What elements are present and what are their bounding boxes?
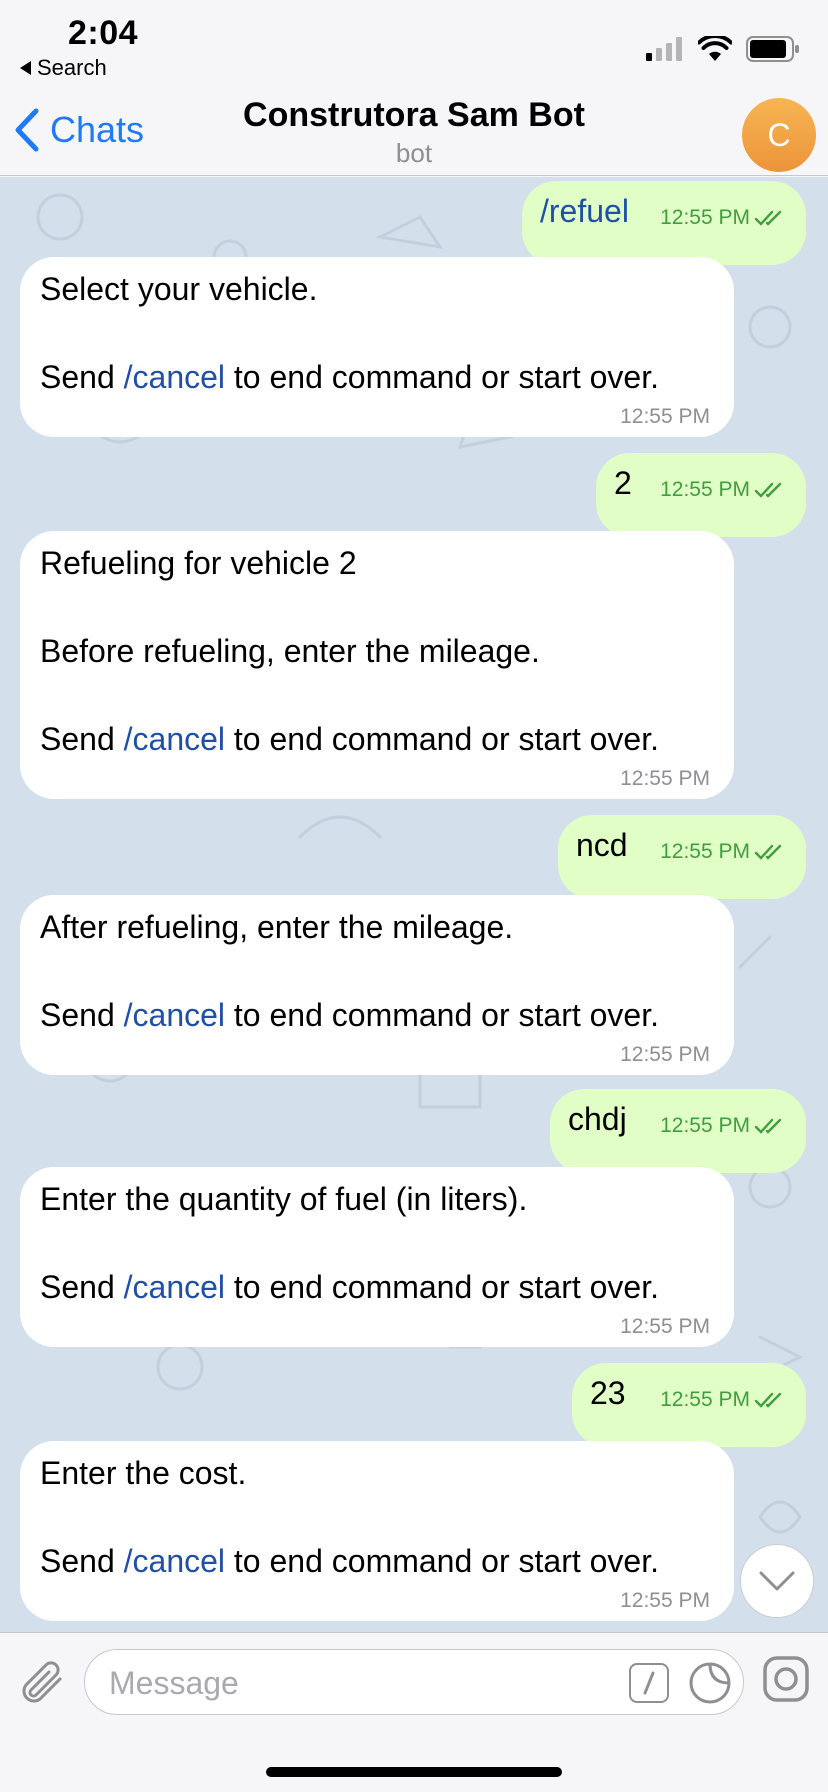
- message-text: Send /cancel to end command or start ove…: [40, 1543, 659, 1579]
- home-indicator: [266, 1767, 562, 1777]
- message-time: 12:55 PM: [660, 206, 784, 230]
- message-time: 12:55 PM: [620, 767, 710, 790]
- message-text: 23: [590, 1375, 626, 1411]
- chat-header: Chats Construtora Sam Bot bot C: [0, 90, 828, 176]
- double-check-icon: [754, 844, 782, 860]
- message-time: 12:55 PM: [660, 1388, 784, 1412]
- message-time: 12:55 PM: [660, 840, 784, 864]
- message-text: chdj: [568, 1101, 627, 1137]
- camera-icon: [763, 1656, 809, 1702]
- message-text: 2: [614, 465, 632, 501]
- message-text: Send /cancel to end command or start ove…: [40, 359, 659, 395]
- outgoing-message[interactable]: ncd 12:55 PM: [558, 815, 806, 899]
- message-text: After refueling, enter the mileage.: [40, 909, 514, 945]
- slash-icon: [643, 1671, 655, 1695]
- double-check-icon: [754, 1118, 782, 1134]
- refuel-command-link[interactable]: /refuel: [540, 191, 629, 231]
- attach-button[interactable]: [20, 1659, 66, 1712]
- message-input[interactable]: Message: [84, 1649, 744, 1715]
- cancel-command-link[interactable]: /cancel: [124, 1543, 225, 1579]
- scroll-to-bottom-button[interactable]: [740, 1544, 814, 1618]
- status-time: 2:04: [68, 14, 139, 52]
- message-composer: Message: [0, 1632, 828, 1792]
- message-text: Send /cancel to end command or start ove…: [40, 721, 659, 757]
- incoming-message[interactable]: Select your vehicle. Send /cancel to end…: [20, 257, 734, 437]
- avatar[interactable]: C: [742, 98, 816, 172]
- status-icons: [646, 36, 800, 62]
- sticker-icon: [689, 1662, 731, 1704]
- message-text: Before refueling, enter the mileage.: [40, 633, 540, 669]
- message-text: Select your vehicle.: [40, 271, 318, 307]
- message-time: 12:55 PM: [660, 478, 784, 502]
- cellular-signal-icon: [646, 37, 682, 61]
- chevron-down-icon: [759, 1571, 795, 1591]
- message-text: Send /cancel to end command or start ove…: [40, 1269, 659, 1305]
- incoming-message[interactable]: Refueling for vehicle 2 Before refueling…: [20, 531, 734, 799]
- back-to-app-label: Search: [37, 55, 107, 80]
- battery-icon: [746, 36, 799, 62]
- double-check-icon: [754, 482, 782, 498]
- message-text: Refueling for vehicle 2: [40, 545, 357, 581]
- back-to-app-link[interactable]: Search: [20, 55, 107, 81]
- message-time: 12:55 PM: [620, 1589, 710, 1612]
- chat-subtitle: bot: [395, 138, 433, 168]
- chat-title[interactable]: Construtora Sam Bot: [0, 96, 828, 135]
- message-text: ncd: [576, 827, 628, 863]
- outgoing-message[interactable]: chdj 12:55 PM: [550, 1089, 806, 1173]
- double-check-icon: [754, 1392, 782, 1408]
- chat-area[interactable]: /refuel 12:55 PM Select your vehicle. Se…: [0, 177, 828, 1632]
- wifi-icon: [698, 36, 732, 61]
- message-time: 12:55 PM: [620, 1315, 710, 1338]
- incoming-message[interactable]: Enter the quantity of fuel (in liters). …: [20, 1167, 734, 1347]
- cancel-command-link[interactable]: /cancel: [124, 359, 225, 395]
- cancel-command-link[interactable]: /cancel: [124, 721, 225, 757]
- bot-commands-button[interactable]: [629, 1663, 669, 1703]
- sticker-button[interactable]: [688, 1661, 732, 1710]
- message-text: Enter the quantity of fuel (in liters).: [40, 1181, 528, 1217]
- incoming-message[interactable]: Enter the cost. Send /cancel to end comm…: [20, 1441, 734, 1621]
- cancel-command-link[interactable]: /cancel: [124, 1269, 225, 1305]
- message-time: 12:55 PM: [660, 1114, 784, 1138]
- incoming-message[interactable]: After refueling, enter the mileage. Send…: [20, 895, 734, 1075]
- outgoing-message[interactable]: 2 12:55 PM: [596, 453, 806, 537]
- message-time: 12:55 PM: [620, 405, 710, 428]
- double-check-icon: [754, 210, 782, 226]
- camera-button[interactable]: [762, 1655, 810, 1708]
- paperclip-icon: [22, 1661, 62, 1703]
- message-text: Enter the cost.: [40, 1455, 247, 1491]
- cancel-command-link[interactable]: /cancel: [124, 997, 225, 1033]
- message-time: 12:55 PM: [620, 1043, 710, 1066]
- message-text: Send /cancel to end command or start ove…: [40, 997, 659, 1033]
- back-triangle-icon: [20, 61, 31, 75]
- status-bar: 2:04 Search: [0, 0, 828, 90]
- outgoing-message[interactable]: 23 12:55 PM: [572, 1363, 806, 1447]
- outgoing-message[interactable]: /refuel 12:55 PM: [522, 181, 806, 265]
- message-input-placeholder: Message: [109, 1665, 239, 1701]
